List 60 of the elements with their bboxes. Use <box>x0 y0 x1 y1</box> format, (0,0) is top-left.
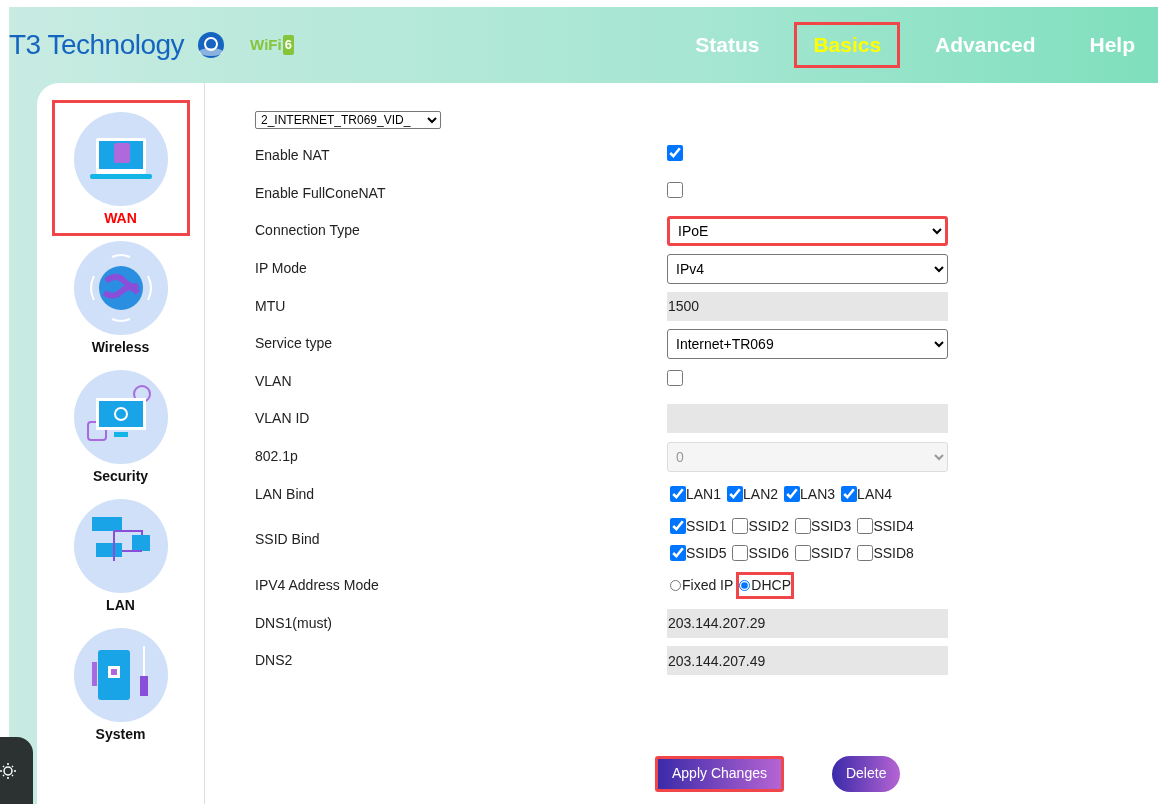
field-label: DNS1(must) <box>255 613 333 633</box>
field-label: DNS2 <box>255 651 294 671</box>
menu-picture-icon <box>73 370 168 464</box>
checkbox[interactable] <box>732 545 749 562</box>
option-label: LAN1 <box>686 484 722 504</box>
field-label: IPV4 Address Mode <box>255 576 380 596</box>
option-label: SSID5 <box>686 543 727 563</box>
checkbox[interactable] <box>667 370 683 387</box>
checkbox[interactable] <box>727 486 744 503</box>
field-label: Connection Type <box>255 221 361 241</box>
action-button[interactable]: Apply Changes <box>655 755 784 792</box>
checkbox[interactable] <box>670 518 686 535</box>
theme-toggle[interactable] <box>0 737 33 804</box>
connection-select[interactable]: 2_INTERNET_TR069_VID_ <box>255 111 441 129</box>
action-button[interactable]: Delete <box>831 755 901 792</box>
option-label: LAN4 <box>857 484 893 504</box>
option-label: SSID3 <box>810 516 852 536</box>
menu-picture-icon <box>73 241 168 335</box>
field-label: VLAN ID <box>255 409 311 429</box>
logo-icon <box>196 30 227 60</box>
field-label: MTU <box>255 296 287 316</box>
field-label: Service type <box>255 334 334 354</box>
checkbox[interactable] <box>732 518 749 535</box>
checkbox[interactable] <box>784 486 801 503</box>
checkbox[interactable] <box>794 545 811 562</box>
menu-picture-icon <box>73 499 168 593</box>
radio-button[interactable] <box>739 579 751 593</box>
option-label: SSID2 <box>748 516 789 536</box>
checkbox[interactable] <box>670 545 686 562</box>
option-label: SSID4 <box>873 516 914 536</box>
option-label: LAN2 <box>743 484 779 504</box>
menu-picture-icon <box>73 628 168 722</box>
option-label: LAN3 <box>800 484 836 504</box>
field-label: VLAN <box>255 371 293 391</box>
checkbox[interactable] <box>857 518 874 535</box>
option-label: SSID8 <box>873 543 914 563</box>
field-label: Enable FullConeNAT <box>255 183 387 203</box>
dropdown[interactable]: Internet+TR069 <box>667 328 948 359</box>
radio-button[interactable] <box>670 579 681 593</box>
brand-name: T3 Technology <box>9 28 185 62</box>
field-label: IP Mode <box>255 259 308 279</box>
dropdown[interactable]: IPoE <box>667 216 948 246</box>
option-label: SSID6 <box>748 543 789 563</box>
option-label: SSID7 <box>810 543 852 563</box>
checkbox[interactable] <box>794 518 811 535</box>
checkbox[interactable] <box>667 182 683 199</box>
field-label: Enable NAT <box>255 146 331 166</box>
field-label: LAN Bind <box>255 484 316 504</box>
checkbox[interactable] <box>857 545 874 562</box>
dropdown[interactable]: IPv4 <box>667 253 948 284</box>
checkbox[interactable] <box>841 486 858 503</box>
wifi-logo: WiFi 6 <box>250 34 294 57</box>
checkbox[interactable] <box>670 486 686 503</box>
menu-picture-icon <box>73 112 168 206</box>
option-label: SSID1 <box>686 516 727 536</box>
sidebar-item[interactable]: WAN <box>51 100 190 236</box>
option-label: Fixed IP <box>682 576 734 596</box>
checkbox[interactable] <box>667 144 683 161</box>
field-label: SSID Bind <box>255 530 321 550</box>
field-label: 802.1p <box>255 447 299 467</box>
